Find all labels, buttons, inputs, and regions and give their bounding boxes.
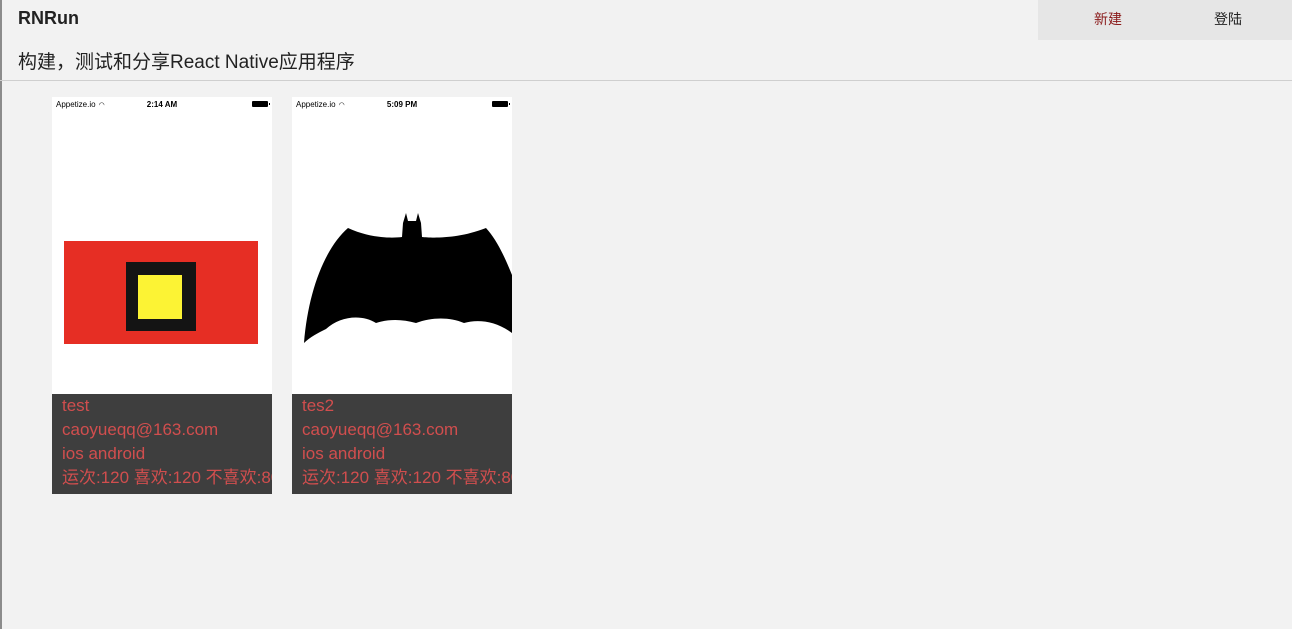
app-author: caoyueqq@163.com — [62, 420, 219, 439]
top-nav: 新建 登陆 — [1038, 0, 1292, 40]
device-status-bar: Appetize.io ◠ 2:14 AM — [52, 97, 272, 111]
window-left-border — [0, 0, 2, 629]
brand-link[interactable]: RNRun — [18, 8, 79, 29]
tagline: 构建，测试和分享React Native应用程序 — [18, 52, 355, 73]
app-screenshot: Appetize.io ◠ 2:14 AM — [52, 97, 272, 394]
app-info: tes2 caoyueqq@163.com ios android 运次:120… — [292, 394, 512, 494]
app-stats: 运次:120 喜欢:120 不喜欢:80 — [62, 468, 272, 487]
battery-icon — [252, 101, 270, 107]
app-info: test caoyueqq@163.com ios android 运次:120… — [52, 394, 272, 494]
app-title: tes2 — [302, 396, 335, 415]
batman-logo — [304, 213, 512, 343]
login-link[interactable]: 登陆 — [1178, 0, 1278, 40]
app-platforms: ios android — [62, 444, 146, 463]
app-platforms: ios android — [302, 444, 386, 463]
status-time: 2:14 AM — [146, 100, 178, 109]
app-stats: 运次:120 喜欢:120 不喜欢:80 — [302, 468, 512, 487]
yellow-square — [138, 275, 182, 319]
new-app-link[interactable]: 新建 — [1038, 0, 1178, 40]
app-card[interactable]: Appetize.io ◠ 5:09 PM tes2 caoyueqq@163.c… — [292, 97, 512, 494]
app-title: test — [62, 396, 90, 415]
black-square — [126, 262, 196, 331]
app-screenshot: Appetize.io ◠ 5:09 PM — [292, 97, 512, 394]
red-rectangle — [64, 241, 258, 344]
app-card[interactable]: Appetize.io ◠ 2:14 AM test caoyueqq@163.c… — [52, 97, 272, 494]
app-author: caoyueqq@163.com — [302, 420, 459, 439]
header: RNRun 构建，测试和分享React Native应用程序 新建 登陆 — [0, 0, 1292, 81]
